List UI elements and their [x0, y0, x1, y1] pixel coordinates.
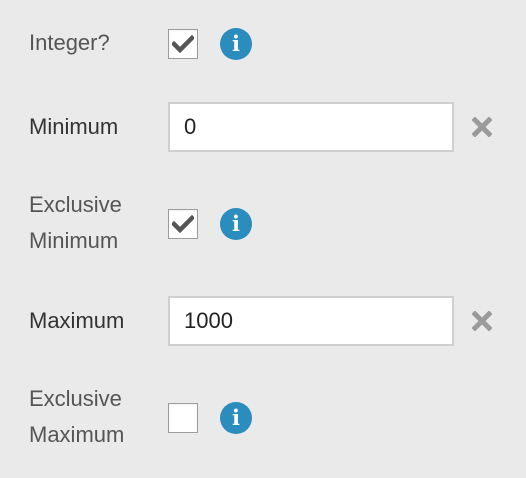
integer-checkbox[interactable] — [168, 29, 198, 59]
minimum-input[interactable] — [168, 102, 454, 152]
exclusive-minimum-label-line1: Exclusive — [29, 192, 122, 217]
checkmark-icon — [172, 215, 194, 233]
exclusive-maximum-label-line2: Maximum — [29, 422, 125, 447]
maximum-input[interactable] — [168, 296, 454, 346]
exclusive-minimum-label-line2: Minimum — [29, 228, 119, 253]
checkmark-icon — [172, 35, 194, 53]
exclusive-maximum-info-icon[interactable]: i — [220, 402, 252, 434]
clear-minimum-icon[interactable] — [472, 117, 492, 137]
integer-info-icon[interactable]: i — [220, 28, 252, 60]
exclusive-maximum-checkbox[interactable] — [168, 403, 198, 433]
exclusive-minimum-checkbox[interactable] — [168, 209, 198, 239]
exclusive-maximum-label-line1: Exclusive — [29, 386, 122, 411]
clear-maximum-icon[interactable] — [472, 311, 492, 331]
integer-label: Integer? — [29, 30, 110, 55]
minimum-label: Minimum — [29, 114, 119, 139]
maximum-label: Maximum — [29, 308, 125, 333]
exclusive-minimum-info-icon[interactable]: i — [220, 208, 252, 240]
